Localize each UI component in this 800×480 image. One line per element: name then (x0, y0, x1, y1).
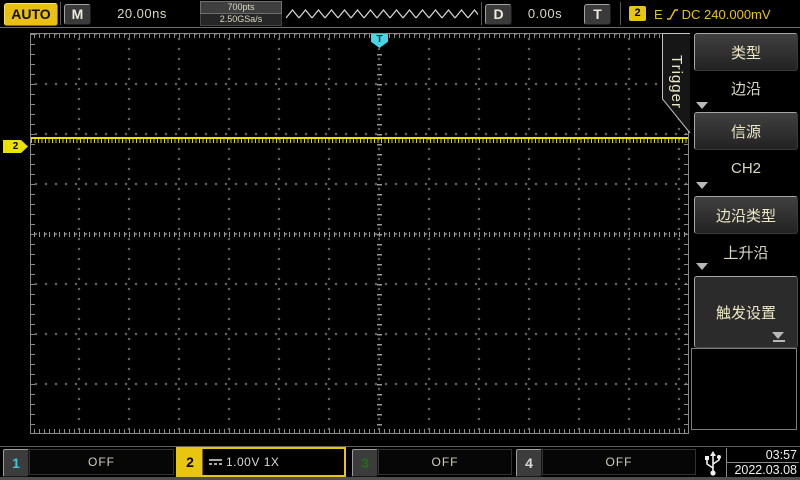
dc-coupling-icon (209, 459, 222, 465)
ch2-badge[interactable]: 2 (178, 449, 203, 475)
ch1-badge[interactable]: 1 (3, 449, 29, 477)
ch4-status[interactable]: OFF (542, 449, 696, 475)
more-options-icon (772, 332, 786, 342)
menu-tab-label: Trigger (663, 36, 689, 128)
ch2-probe-ratio: 1X (264, 455, 280, 469)
sample-rate-readout: 2.50GSa/s (200, 14, 282, 26)
chevron-down-icon (696, 182, 708, 189)
ch2-position-marker[interactable]: 2 (3, 140, 28, 153)
horizontal-delay-readout: 0.00s (514, 6, 576, 21)
menu-empty-region (691, 348, 797, 430)
date-readout: 2022.03.08 (727, 462, 799, 477)
trigger-settings-readout: E DC 240.000mV (654, 6, 771, 22)
divider (620, 2, 621, 25)
ch2-trace-noise (31, 139, 688, 143)
ch2-volts-per-div: 1.00V (226, 455, 260, 469)
chevron-down-icon (696, 263, 708, 270)
acquisition-info-box: 700pts 2.50GSa/s (200, 1, 282, 26)
menu-value-source[interactable]: CH2 (694, 151, 798, 185)
ch4-badge[interactable]: 4 (516, 449, 542, 477)
chevron-down-icon (696, 102, 708, 109)
ch2-status-cell[interactable]: 2 1.00V 1X (176, 447, 346, 477)
horizontal-delay-badge: D (485, 4, 512, 25)
ch3-badge[interactable]: 3 (352, 449, 378, 477)
ch3-status[interactable]: OFF (378, 449, 512, 475)
trigger-coupling-level: DC 240.000mV (682, 7, 771, 22)
ch2-scale-readout: 1.00V 1X (226, 455, 279, 469)
ch1-status[interactable]: OFF (29, 449, 174, 475)
rising-edge-icon (666, 7, 679, 21)
menu-value-type[interactable]: 边沿 (694, 71, 798, 105)
status-bar: AUTO M 20.00ns 700pts 2.50GSa/s D 0.00s … (0, 0, 800, 28)
menu-item-edge-type[interactable]: 边沿类型 (694, 196, 798, 234)
trigger-badge: T (584, 4, 611, 25)
waveform-preview-icon (286, 7, 478, 21)
timebase-readout: 20.00ns (96, 6, 188, 21)
trigger-edge-label: E (654, 7, 663, 22)
menu-item-type[interactable]: 类型 (694, 33, 798, 71)
waveform-display (30, 33, 689, 434)
usb-icon (702, 449, 724, 477)
menu-value-edge-type[interactable]: 上升沿 (694, 235, 798, 269)
acquisition-mode-indicator: AUTO (4, 3, 58, 26)
clock: 03:57 2022.03.08 (726, 448, 799, 477)
oscilloscope-screen: AUTO M 20.00ns 700pts 2.50GSa/s D 0.00s … (0, 0, 800, 480)
divider (60, 2, 61, 25)
menu-item-source[interactable]: 信源 (694, 112, 798, 150)
trigger-source-badge: 2 (629, 6, 646, 21)
record-length-readout: 700pts (200, 1, 282, 14)
time-readout: 03:57 (727, 448, 799, 462)
timebase-badge: M (64, 4, 91, 25)
divider (481, 2, 482, 25)
